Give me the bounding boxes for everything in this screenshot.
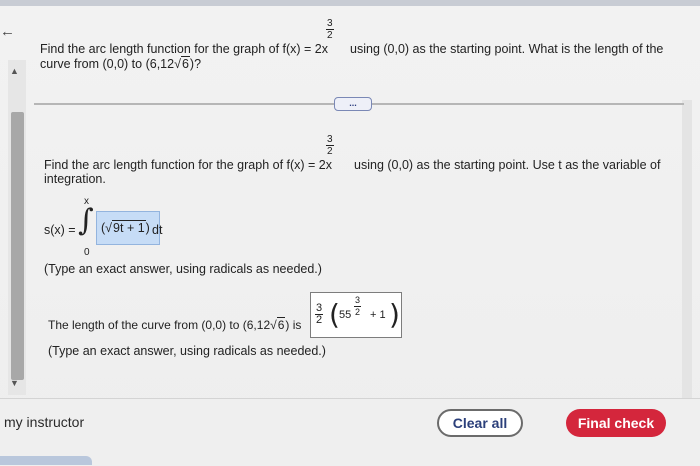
part2-hint: (Type an exact answer, using radicals as… bbox=[48, 344, 326, 358]
scroll-down-icon[interactable]: ▼ bbox=[10, 378, 19, 388]
part1-exponent: 32 bbox=[326, 134, 334, 157]
right-scroll-track[interactable] bbox=[682, 100, 692, 440]
expand-more-button[interactable]: ... bbox=[334, 97, 372, 111]
answer-exponent: 32 bbox=[354, 295, 362, 317]
part1-prompt-line2: integration. bbox=[44, 172, 106, 186]
arc-length-function-label: s(x) = bbox=[44, 223, 76, 237]
answer-right-paren: ) bbox=[389, 298, 400, 331]
part1-prompt-line1: Find the arc length function for the gra… bbox=[44, 158, 661, 172]
top-strip bbox=[0, 0, 700, 6]
taskbar-fragment bbox=[0, 456, 92, 465]
integrand-answer-field[interactable]: (√9t + 1) bbox=[96, 211, 160, 245]
curve-length-answer-field[interactable]: 32 ( 55 32 + 1 ) bbox=[310, 292, 402, 338]
final-check-button[interactable]: Final check bbox=[566, 409, 666, 437]
question-header-line1: Find the arc length function for the gra… bbox=[40, 42, 664, 56]
dt-label: dt bbox=[152, 223, 163, 237]
ask-instructor-link[interactable]: my instructor bbox=[4, 414, 84, 430]
answer-base: 55 bbox=[339, 309, 352, 321]
part2-prompt: The length of the curve from (0,0) to (6… bbox=[48, 317, 302, 332]
answer-coefficient-fraction: 32 bbox=[315, 302, 324, 326]
header-exponent: 32 bbox=[326, 18, 334, 41]
answer-plus-one: + 1 bbox=[370, 309, 386, 321]
part1-hint: (Type an exact answer, using radicals as… bbox=[44, 262, 322, 276]
question-header-line2: curve from (0,0) to (6,12√6)? bbox=[40, 56, 202, 71]
back-arrow-icon[interactable]: ← bbox=[0, 24, 16, 40]
scroll-up-icon[interactable]: ▲ bbox=[10, 66, 19, 76]
integral-sign: ∫ bbox=[78, 203, 94, 238]
clear-all-button[interactable]: Clear all bbox=[437, 409, 523, 437]
left-scroll-thumb[interactable] bbox=[11, 112, 24, 380]
integral-lower-limit: 0 bbox=[84, 247, 90, 258]
question-page: ← ▲ ▼ ▼ Find the arc length function for… bbox=[0, 0, 700, 466]
